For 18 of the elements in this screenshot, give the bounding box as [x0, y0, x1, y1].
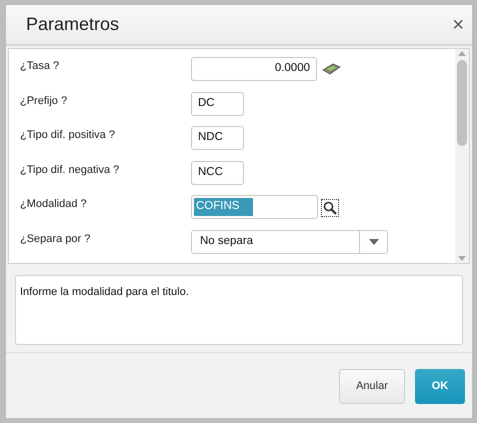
select-field[interactable]: No separa [191, 230, 388, 254]
input-field[interactable]: 0.0000 [191, 57, 317, 81]
field-label: ¿Tipo dif. negativa ? [20, 162, 120, 178]
input-field[interactable]: NDC [191, 126, 244, 150]
window-title: Parametros [26, 13, 120, 36]
input-field[interactable]: NCC [191, 160, 244, 184]
field-label: ¿Prefijo ? [20, 94, 68, 108]
field-label: ¿Modalidad ? [20, 197, 88, 212]
close-button[interactable]: × [452, 14, 464, 34]
cancel-button[interactable]: Anular [339, 369, 405, 404]
field-label: ¿Tipo dif. positiva ? [20, 128, 116, 143]
help-text: Informe la modalidad para el titulo. [15, 275, 463, 345]
caret-icon[interactable] [368, 238, 378, 244]
input-field[interactable]: DC [191, 92, 244, 116]
field-label: ¿Tasa ? [20, 59, 60, 74]
calculator-icon[interactable] [321, 62, 341, 76]
search-icon[interactable] [321, 199, 339, 217]
field-label: ¿Separa por ? [20, 232, 92, 246]
